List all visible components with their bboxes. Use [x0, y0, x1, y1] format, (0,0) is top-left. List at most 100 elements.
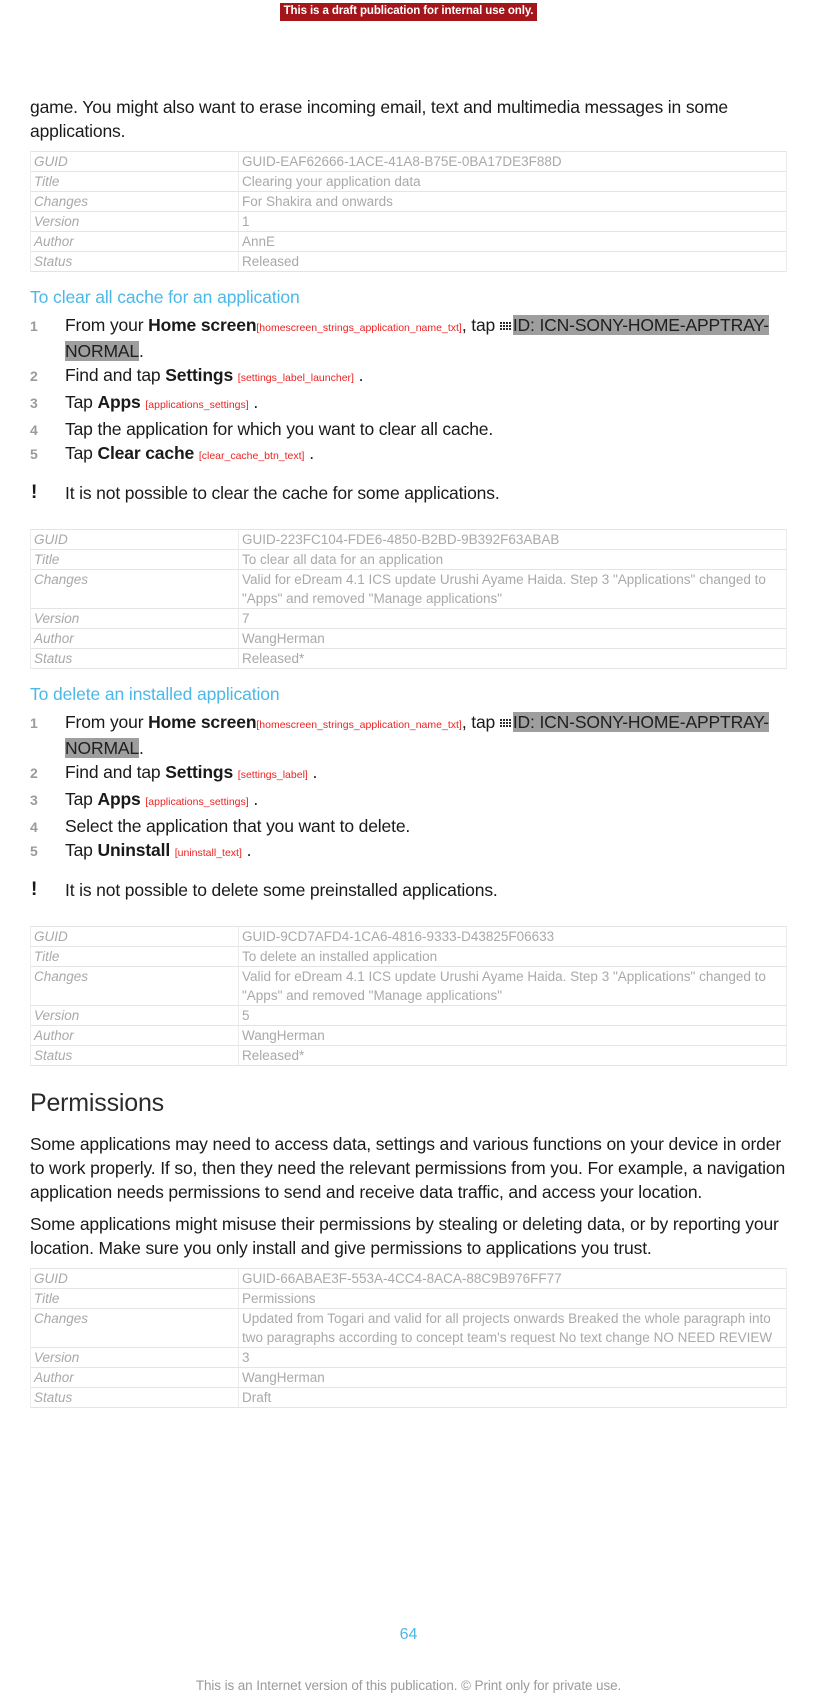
table-row: Title To clear all data for an applicati…	[30, 549, 787, 570]
meta-val-title: To delete an installed application	[238, 946, 787, 967]
meta-val-title: Clearing your application data	[238, 171, 787, 192]
meta-val-guid: GUID-223FC104-FDE6-4850-B2BD-9B392F63ABA…	[238, 529, 787, 550]
table-row: Author AnnE	[30, 231, 787, 252]
table-row: Title Permissions	[30, 1288, 787, 1309]
page-content: game. You might also want to erase incom…	[30, 95, 787, 1408]
note-text: It is not possible to delete some preins…	[65, 880, 498, 900]
meta-key-guid: GUID	[30, 926, 239, 947]
meta-key-author: Author	[30, 628, 239, 649]
step-item: Find and tap Settings [settings_label] .	[30, 761, 787, 787]
step-prefix: Tap	[65, 392, 98, 412]
table-row: Status Released	[30, 251, 787, 272]
apptray-grid-icon	[499, 316, 513, 330]
table-row: Title Clearing your application data	[30, 171, 787, 192]
meta-key-status: Status	[30, 648, 239, 669]
apptray-grid-icon	[499, 713, 513, 727]
intro-paragraph: game. You might also want to erase incom…	[30, 97, 729, 141]
step-middle: , tap	[461, 712, 500, 732]
meta-val-status: Released	[238, 251, 787, 272]
meta-key-guid: GUID	[30, 529, 239, 550]
step-item: From your Home screen[homescreen_strings…	[30, 314, 787, 363]
step-item: Select the application that you want to …	[30, 815, 787, 839]
meta-val-author: WangHerman	[238, 1367, 787, 1388]
step-prefix: Find and tap	[65, 762, 166, 782]
ui-term: Clear cache	[97, 443, 195, 463]
step-suffix: .	[358, 365, 364, 385]
footer-note: This is an Internet version of this publ…	[195, 1678, 622, 1693]
meta-val-title: Permissions	[238, 1288, 787, 1309]
meta-key-author: Author	[30, 231, 239, 252]
table-row: GUID GUID-EAF62666-1ACE-41A8-B75E-0BA17D…	[30, 151, 787, 172]
meta-key-version: Version	[30, 211, 239, 232]
table-row: Status Released*	[30, 1045, 787, 1066]
step-prefix: Select the application that you want to …	[65, 816, 411, 836]
ui-term: Settings	[165, 365, 234, 385]
ui-term: Home screen	[148, 315, 257, 335]
meta-val-title: To clear all data for an application	[238, 549, 787, 570]
table-row: Changes Valid for eDream 4.1 ICS update …	[30, 966, 787, 1006]
table-row: GUID GUID-9CD7AFD4-1CA6-4816-9333-D43825…	[30, 926, 787, 947]
step-prefix: From your	[65, 315, 149, 335]
table-row: Changes For Shakira and onwards	[30, 191, 787, 212]
step-middle: , tap	[461, 315, 500, 335]
table-row: Changes Updated from Togari and valid fo…	[30, 1308, 787, 1348]
procedure-heading-clear-cache: To clear all cache for an application	[30, 287, 300, 307]
meta-key-changes: Changes	[30, 1308, 239, 1348]
meta-key-status: Status	[30, 251, 239, 272]
meta-key-version: Version	[30, 1347, 239, 1368]
step-prefix: Tap	[65, 789, 98, 809]
section-heading-permissions: Permissions	[30, 1089, 164, 1117]
note-text: It is not possible to clear the cache fo…	[65, 483, 500, 503]
step-prefix: Tap	[65, 840, 98, 860]
meta-key-title: Title	[30, 1288, 239, 1309]
exclamation-icon: !	[31, 879, 38, 900]
meta-val-changes: Valid for eDream 4.1 ICS update Urushi A…	[238, 569, 787, 609]
draft-banner: This is a draft publication for internal…	[0, 1, 817, 21]
table-row: Version 3	[30, 1347, 787, 1368]
table-row: Changes Valid for eDream 4.1 ICS update …	[30, 569, 787, 609]
meta-val-changes: Updated from Togari and valid for all pr…	[238, 1308, 787, 1348]
meta-key-version: Version	[30, 1005, 239, 1026]
meta-key-title: Title	[30, 946, 239, 967]
page-number: 64	[399, 1626, 418, 1643]
ui-term: Home screen	[148, 712, 257, 732]
meta-val-version: 3	[238, 1347, 787, 1368]
meta-key-guid: GUID	[30, 1268, 239, 1289]
meta-key-changes: Changes	[30, 569, 239, 609]
meta-val-changes: Valid for eDream 4.1 ICS update Urushi A…	[238, 966, 787, 1006]
table-row: GUID GUID-223FC104-FDE6-4850-B2BD-9B392F…	[30, 529, 787, 550]
procedure-heading-delete-app: To delete an installed application	[30, 684, 280, 704]
meta-key-status: Status	[30, 1045, 239, 1066]
meta-val-guid: GUID-66ABAE3F-553A-4CC4-8ACA-88C9B976FF7…	[238, 1268, 787, 1289]
step-suffix: .	[138, 738, 144, 758]
meta-val-version: 5	[238, 1005, 787, 1026]
note-clear-cache: ! It is not possible to clear the cache …	[30, 482, 787, 505]
document-page: This is a draft publication for internal…	[0, 0, 817, 1701]
step-suffix: .	[246, 840, 252, 860]
meta-key-status: Status	[30, 1387, 239, 1408]
meta-val-guid: GUID-EAF62666-1ACE-41A8-B75E-0BA17DE3F88…	[238, 151, 787, 172]
ui-term: Apps	[97, 789, 141, 809]
meta-val-version: 1	[238, 211, 787, 232]
meta-key-changes: Changes	[30, 966, 239, 1006]
metadata-table: GUID GUID-66ABAE3F-553A-4CC4-8ACA-88C9B9…	[30, 1268, 787, 1408]
meta-key-guid: GUID	[30, 151, 239, 172]
table-row: Version 1	[30, 211, 787, 232]
meta-key-author: Author	[30, 1367, 239, 1388]
table-row: Author WangHerman	[30, 1025, 787, 1046]
table-row: Version 7	[30, 608, 787, 629]
table-row: Status Released*	[30, 648, 787, 669]
meta-key-author: Author	[30, 1025, 239, 1046]
string-id: [applications_settings]	[145, 796, 249, 808]
meta-val-author: WangHerman	[238, 628, 787, 649]
permissions-paragraph-1: Some applications may need to access dat…	[30, 1134, 786, 1202]
meta-key-title: Title	[30, 171, 239, 192]
meta-key-changes: Changes	[30, 191, 239, 212]
draft-banner-text: This is a draft publication for internal…	[279, 3, 538, 21]
procedure-steps-clear-cache: From your Home screen[homescreen_strings…	[30, 314, 787, 468]
meta-val-changes: For Shakira and onwards	[238, 191, 787, 212]
string-id: [applications_settings]	[145, 399, 249, 411]
metadata-table: GUID GUID-223FC104-FDE6-4850-B2BD-9B392F…	[30, 529, 787, 669]
step-suffix: .	[253, 789, 259, 809]
exclamation-icon: !	[31, 482, 38, 503]
